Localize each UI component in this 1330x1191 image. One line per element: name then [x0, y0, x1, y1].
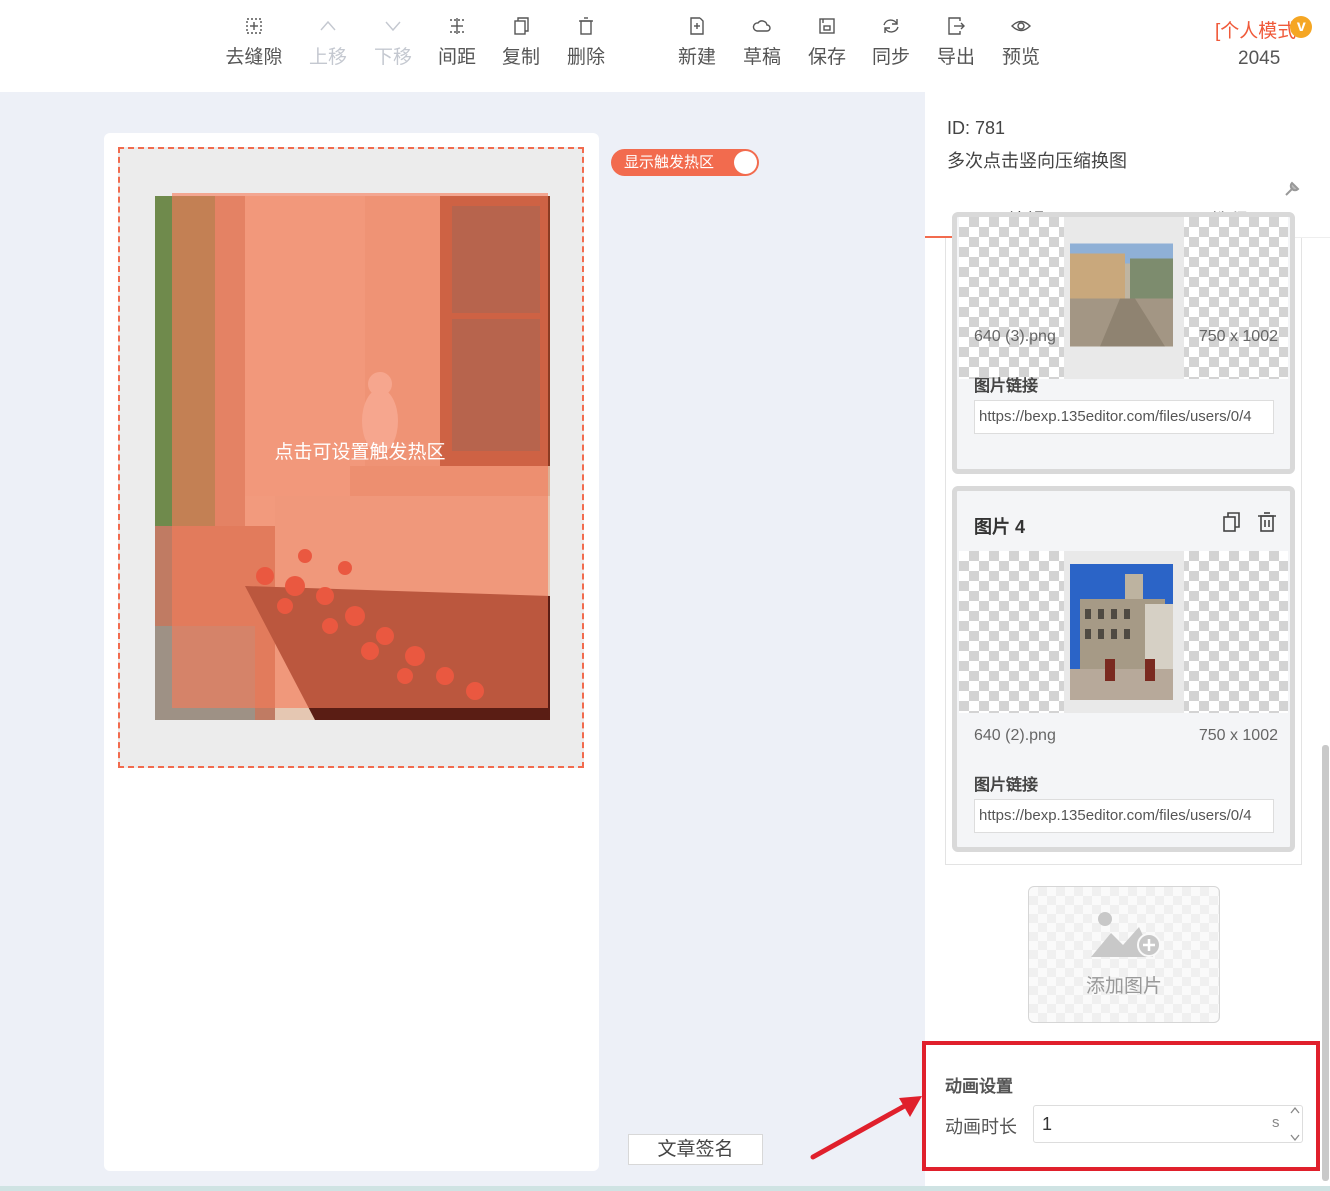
component-name: 多次点击竖向压缩换图	[947, 151, 1127, 171]
component-id: ID: 781	[947, 118, 1006, 138]
export-button[interactable]: 导出	[924, 16, 988, 69]
remove-gap-icon	[244, 16, 264, 36]
preview-label: 预览	[1001, 47, 1040, 68]
delete-button[interactable]: 删除	[554, 16, 618, 69]
spacing-icon	[447, 16, 467, 36]
street-thumbnail	[1070, 243, 1173, 347]
draft-button[interactable]: 草稿	[730, 16, 794, 69]
delete-label: 删除	[566, 47, 605, 68]
add-image-label: 添加图片	[1085, 976, 1162, 997]
panel-scrollbar[interactable]	[1322, 745, 1329, 1181]
move-down-label: 下移	[373, 47, 412, 68]
hotzone-hint: 点击可设置触发热区	[274, 442, 446, 463]
sync-icon	[881, 16, 901, 36]
preview-button[interactable]: 预览	[989, 16, 1053, 69]
remove-gap-label: 去缝隙	[225, 47, 283, 68]
copy-icon	[511, 16, 531, 36]
save-label: 保存	[807, 47, 846, 68]
image-card: 640 (3).png 750 x 1002 图片链接 https://bexp…	[952, 212, 1295, 474]
remove-gap-button[interactable]: 去缝隙	[222, 16, 286, 69]
draft-label: 草稿	[742, 47, 781, 68]
file-size: 750 x 1002	[1198, 727, 1278, 744]
spacing-label: 间距	[437, 47, 476, 68]
link-label: 图片链接	[974, 378, 1039, 395]
account-count: 2045	[1238, 48, 1281, 69]
copy-button[interactable]: 复制	[489, 16, 553, 69]
image-link-input[interactable]: https://bexp.135editor.com/files/users/0…	[974, 400, 1274, 434]
top-toolbar: 去缝隙 上移 下移 间距 复制 删除 新建 草稿 保存 同步 导出 预览 [个人…	[0, 0, 1330, 92]
move-up-label: 上移	[308, 47, 347, 68]
card-actions	[1210, 511, 1278, 538]
toggle-knob	[734, 151, 757, 174]
save-icon	[817, 16, 837, 36]
trash-icon	[576, 16, 596, 36]
hotzone-toggle[interactable]: 显示触发热区	[611, 149, 759, 176]
image-link-input[interactable]: https://bexp.135editor.com/files/users/0…	[974, 799, 1274, 833]
vip-badge-icon: v	[1290, 16, 1313, 38]
sync-label: 同步	[871, 47, 910, 68]
file-name: 640 (2).png	[974, 727, 1056, 744]
image-preview	[959, 551, 1288, 713]
new-label: 新建	[677, 47, 716, 68]
save-button[interactable]: 保存	[795, 16, 859, 69]
new-button[interactable]: 新建	[665, 16, 729, 69]
settings-panel: ID: 781 多次点击竖向压缩换图 编辑 教程 640 (3).png 750…	[925, 92, 1330, 1191]
image-card: 图片 4 640 (2).png 750 x 1002 图片链接 https:/…	[952, 486, 1295, 852]
mode-label: [个人模式	[1215, 21, 1297, 42]
file-size: 750 x 1002	[1198, 328, 1278, 345]
building-thumbnail	[1070, 564, 1173, 700]
file-name: 640 (3).png	[974, 328, 1056, 345]
highlight-box	[922, 1041, 1320, 1171]
account-mode[interactable]: [个人模式v	[1215, 16, 1313, 43]
add-image-button[interactable]: 添加图片	[1028, 886, 1220, 1023]
new-file-icon	[687, 16, 707, 36]
chevron-down-icon	[383, 16, 403, 36]
add-image-icon	[1091, 912, 1161, 957]
copy-icon[interactable]	[1220, 511, 1242, 533]
export-icon	[946, 16, 966, 36]
eye-icon	[1011, 16, 1031, 36]
chevron-up-icon	[318, 16, 338, 36]
card-title: 图片 4	[974, 517, 1026, 537]
image-preview	[959, 217, 1288, 379]
move-up-button[interactable]: 上移	[296, 16, 360, 69]
cloud-icon	[752, 16, 772, 36]
copy-label: 复制	[501, 47, 540, 68]
bottom-strip	[0, 1186, 1330, 1191]
signature-button[interactable]: 文章签名	[628, 1134, 763, 1165]
annotation-arrow-icon	[810, 1096, 922, 1160]
move-down-button[interactable]: 下移	[361, 16, 425, 69]
sync-button[interactable]: 同步	[859, 16, 923, 69]
export-label: 导出	[936, 47, 975, 68]
spacing-button[interactable]: 间距	[425, 16, 489, 69]
link-label: 图片链接	[974, 777, 1039, 794]
hotzone-toggle-label: 显示触发热区	[624, 154, 715, 171]
trash-icon[interactable]	[1256, 511, 1278, 533]
